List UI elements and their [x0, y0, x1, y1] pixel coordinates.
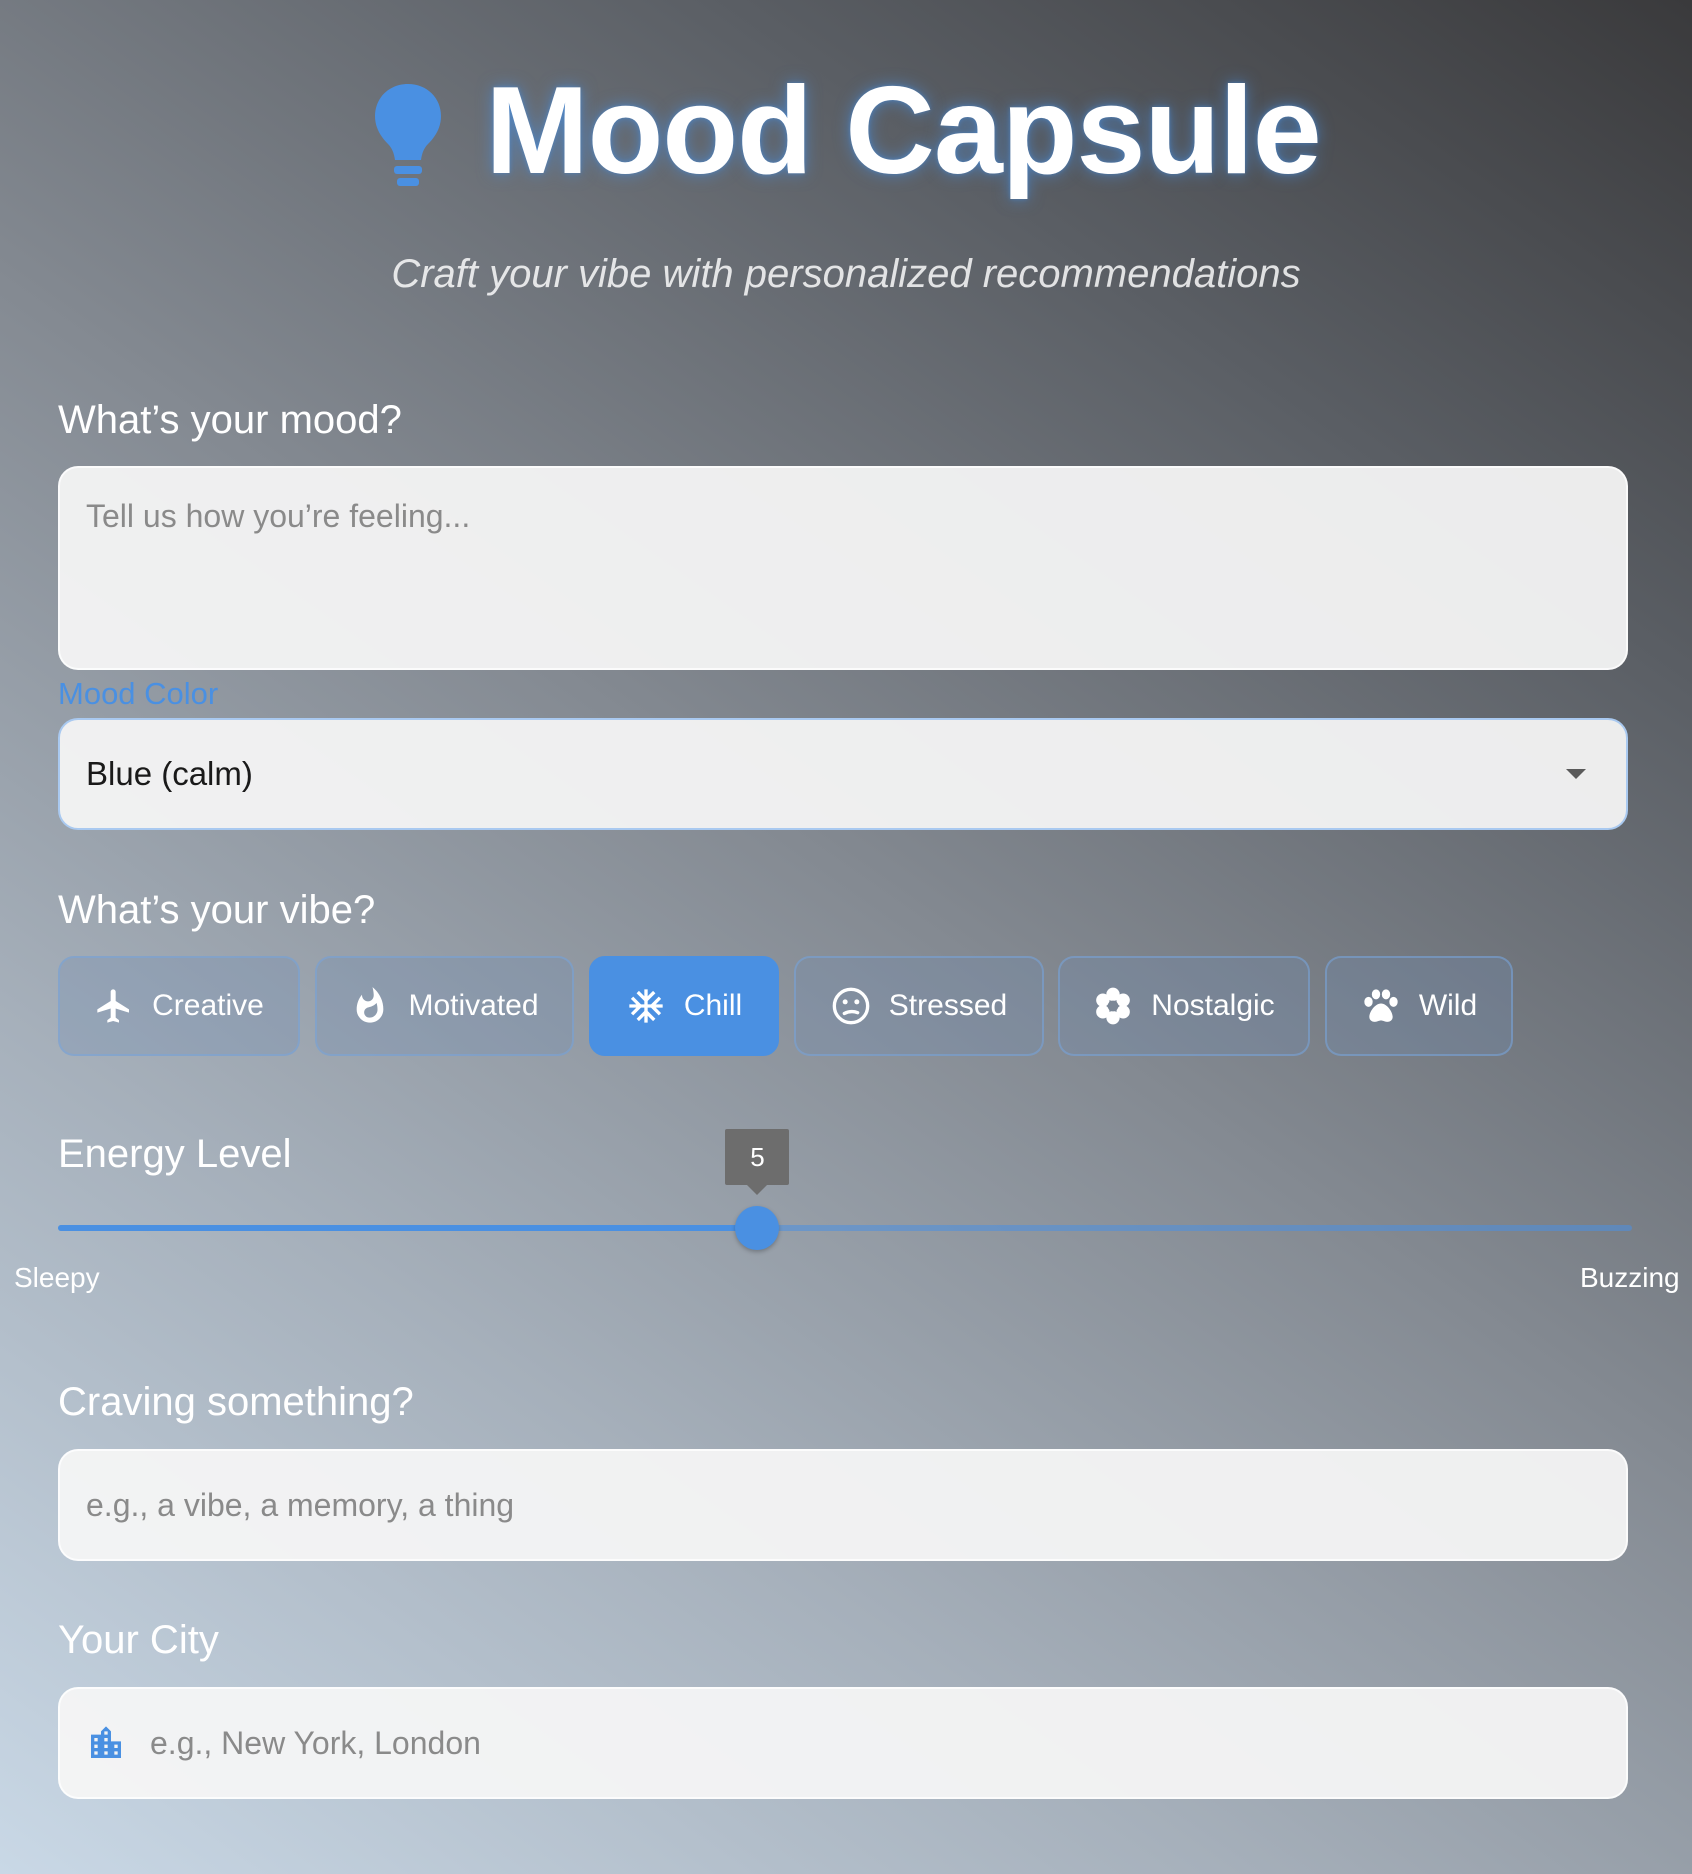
- vibe-chip-label: Stressed: [888, 989, 1008, 1022]
- vibe-chip-chill[interactable]: Chill: [589, 956, 779, 1056]
- energy-max-label: Buzzing: [1580, 1262, 1680, 1293]
- energy-min-label: Sleepy: [14, 1262, 100, 1293]
- vibe-chip-motivated[interactable]: Motivated: [315, 956, 574, 1056]
- lightbulb-icon: [375, 84, 442, 186]
- vibe-chip-stressed[interactable]: Stressed: [794, 956, 1044, 1056]
- city-input[interactable]: e.g., New York, London: [58, 1687, 1628, 1799]
- vibe-label: What’s your vibe?: [58, 888, 376, 932]
- caret-down-icon: [1566, 769, 1586, 779]
- craving-placeholder: e.g., a vibe, a memory, a thing: [86, 1486, 515, 1523]
- vibe-chip-label: Wild: [1418, 989, 1478, 1022]
- paw-icon: [1361, 986, 1401, 1026]
- vibe-chip-creative[interactable]: Creative: [58, 956, 300, 1056]
- energy-label: Energy Level: [58, 1132, 292, 1176]
- vibe-chip-nostalgic[interactable]: Nostalgic: [1058, 956, 1310, 1056]
- app-header: Mood Capsule: [0, 66, 1692, 196]
- energy-value-tooltip: 5: [725, 1129, 790, 1195]
- mood-placeholder: Tell us how you’re feeling...: [86, 498, 471, 534]
- mood-color-label: Mood Color: [58, 676, 219, 711]
- energy-slider-fill: [58, 1225, 758, 1231]
- energy-slider[interactable]: 5: [58, 1129, 1632, 1250]
- city-placeholder: e.g., New York, London: [150, 1724, 481, 1761]
- mood-color-value: Blue (calm): [86, 755, 253, 792]
- craving-input[interactable]: e.g., a vibe, a memory, a thing: [58, 1449, 1628, 1561]
- mood-label: What’s your mood?: [58, 398, 402, 442]
- city-label: Your City: [58, 1618, 219, 1662]
- vibe-chip-label: Nostalgic: [1151, 989, 1275, 1022]
- vibe-chip-label: Chill: [683, 989, 743, 1022]
- flame-icon: [350, 986, 390, 1026]
- meh-face-icon: [831, 986, 871, 1026]
- app-title: Mood Capsule: [485, 62, 1321, 200]
- energy-slider-thumb[interactable]: [735, 1206, 780, 1250]
- vibe-chip-label: Creative: [152, 989, 264, 1022]
- vibe-chip-wild[interactable]: Wild: [1325, 956, 1513, 1056]
- flower-icon: [1093, 986, 1133, 1026]
- mood-textarea[interactable]: Tell us how you’re feeling...: [58, 466, 1628, 670]
- snowflake-icon: [626, 986, 666, 1026]
- mood-color-select[interactable]: Blue (calm): [58, 718, 1628, 830]
- city-building-icon: [91, 1726, 121, 1758]
- craving-label: Craving something?: [58, 1380, 414, 1424]
- app-subtitle: Craft your vibe with personalized recomm…: [391, 252, 1301, 296]
- airplane-icon: [94, 986, 134, 1026]
- vibe-chip-label: Motivated: [408, 989, 539, 1022]
- mood-capsule-page: Mood Capsule Craft your vibe with person…: [0, 0, 1692, 1874]
